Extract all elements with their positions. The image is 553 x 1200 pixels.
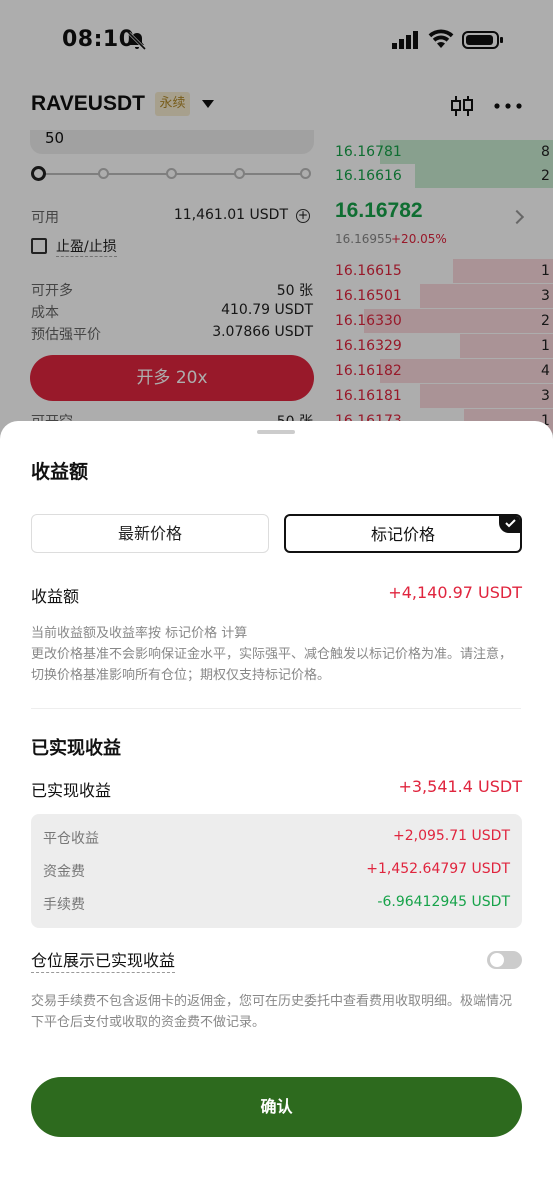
funding-fee-value: +1,452.64797 USDT <box>366 861 510 877</box>
trading-fee-label: 手续费 <box>43 897 85 913</box>
divider <box>31 708 521 709</box>
sheet-grabber[interactable] <box>257 430 295 434</box>
confirm-button[interactable]: 确认 <box>31 1077 522 1137</box>
show-realized-toggle[interactable] <box>487 951 522 969</box>
close-pnl-label: 平仓收益 <box>43 831 99 847</box>
pnl-value: +4,140.97 USDT <box>388 583 522 602</box>
mark-price-option[interactable]: 标记价格 <box>284 514 522 553</box>
realized-label: 已实现收益 <box>31 781 112 800</box>
show-realized-toggle-label[interactable]: 仓位展示已实现收益 <box>31 947 176 973</box>
realized-title: 已实现收益 <box>31 738 121 759</box>
close-pnl-value: +2,095.71 USDT <box>393 828 510 844</box>
check-icon <box>499 516 520 533</box>
pnl-note: 当前收益额及收益率按 标记价格 计算 更改价格基准不会影响保证金水平，实际强平、… <box>31 626 513 683</box>
sheet-title: 收益额 <box>31 461 89 483</box>
mark-price-option-label: 标记价格 <box>370 525 435 544</box>
latest-price-option[interactable]: 最新价格 <box>31 514 269 553</box>
realized-value: +3,541.4 USDT <box>398 777 522 796</box>
pnl-label: 收益额 <box>31 587 80 606</box>
trading-fee-value: -6.96412945 USDT <box>377 894 510 910</box>
pnl-bottom-sheet: 收益额 最新价格 标记价格 收益额 +4,140.97 USDT 当前收益额及收… <box>0 421 553 1200</box>
toggle-knob <box>490 953 504 967</box>
realized-breakdown: 平仓收益 +2,095.71 USDT 资金费 +1,452.64797 USD… <box>31 814 522 928</box>
funding-fee-label: 资金费 <box>43 864 85 880</box>
fee-note: 交易手续费不包含返佣卡的返佣金，您可在历史委托中查看费用收取明细。极端情况下平仓… <box>31 994 513 1030</box>
